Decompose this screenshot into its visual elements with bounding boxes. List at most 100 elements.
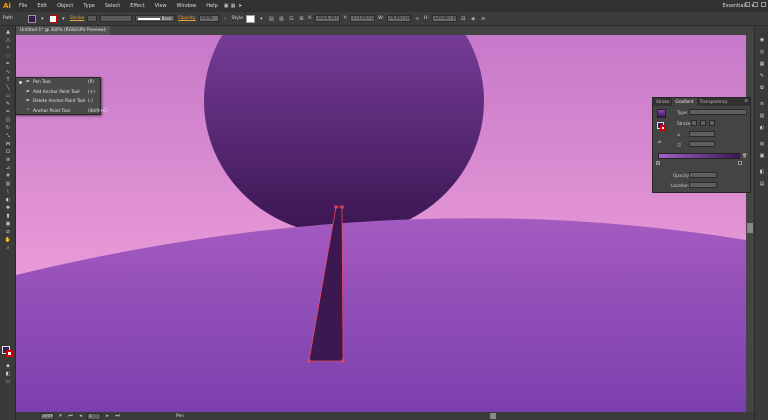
reference-point-icon[interactable]: ⊞ [298, 15, 305, 22]
stroke-color-icon[interactable] [6, 350, 13, 357]
opacity-field[interactable]: 100% [198, 15, 219, 22]
angle-field[interactable] [689, 131, 715, 137]
artboard-canvas[interactable] [16, 35, 746, 412]
stroke-gradient-along[interactable] [700, 120, 706, 126]
anchor-point[interactable] [334, 205, 338, 209]
h-field[interactable]: 329,667 px [431, 15, 457, 22]
menu-select[interactable]: Select [100, 0, 125, 12]
menu-effect[interactable]: Effect [125, 0, 149, 12]
screen-mode-icon[interactable]: ▭ [3, 378, 13, 385]
gradient-thumbnail[interactable] [657, 109, 666, 118]
variable-width-dropdown[interactable] [100, 15, 133, 22]
perspective-grid-tool-icon[interactable]: ⊿ [3, 164, 13, 171]
type-tool-icon[interactable]: T [3, 76, 13, 83]
stroke-weight-dropdown[interactable] [87, 15, 98, 22]
rectangle-tool-icon[interactable]: ▭ [3, 92, 13, 99]
last-artboard-icon[interactable]: ⏭ [114, 413, 121, 420]
menu-view[interactable]: View [150, 0, 172, 12]
symbols-panel-icon[interactable]: ✿ [758, 84, 766, 91]
delete-stop-icon[interactable]: 🗑 [742, 153, 747, 159]
first-artboard-icon[interactable]: ⏮ [67, 413, 74, 420]
fill-swatch[interactable] [27, 14, 36, 23]
layers-panel-icon[interactable]: ◧ [758, 168, 766, 175]
stroke-label[interactable]: Stroke [70, 16, 84, 21]
previous-artboard-icon[interactable]: ◂ [77, 413, 84, 420]
anchor-point[interactable] [341, 359, 345, 363]
flyout-item-delete-anchor-point-tool[interactable]: ✒ Delete Anchor Point Tool (-) [16, 97, 102, 107]
appearance-panel-icon[interactable]: ◍ [758, 140, 766, 147]
chevron-down-icon[interactable]: ▾ [258, 15, 265, 22]
align-icon[interactable]: ▤ [268, 15, 275, 22]
color-mode-icon[interactable]: ▪ [3, 362, 13, 369]
graphic-styles-icon[interactable]: ▣ [758, 152, 766, 159]
gradient-stop-start[interactable] [656, 161, 660, 165]
vertical-scrollbar[interactable] [746, 35, 754, 412]
flyout-item-pen-tool[interactable]: ✒ Pen Tool (P) [16, 78, 102, 88]
gradient-slider[interactable] [658, 153, 740, 159]
transparency-panel-icon[interactable]: ◐ [758, 124, 766, 131]
stroke-swatch[interactable] [48, 14, 57, 23]
tab-gradient[interactable]: Gradient [672, 98, 697, 106]
shape-builder-tool-icon[interactable]: ⊕ [3, 156, 13, 163]
flyout-item-anchor-point-tool[interactable]: ⌃ Anchor Point Tool (Shift+C) [16, 107, 108, 117]
close-tab-icon[interactable]: × [103, 26, 107, 35]
paintbrush-tool-icon[interactable]: ✎ [3, 100, 13, 107]
rotate-tool-icon[interactable]: ↻ [3, 124, 13, 131]
arrange-documents-icon[interactable]: ▦ [230, 3, 237, 10]
menu-edit[interactable]: Edit [32, 0, 52, 12]
stroke-gradient-across[interactable] [709, 120, 715, 126]
minimize-icon[interactable] [745, 2, 750, 7]
y-field[interactable]: 773,667 px [350, 15, 376, 22]
gradient-panel-icon[interactable]: ▥ [758, 112, 766, 119]
reverse-gradient-icon[interactable]: ⇄ [658, 139, 662, 144]
eraser-tool-icon[interactable]: ◫ [3, 116, 13, 123]
menu-type[interactable]: Type [78, 0, 99, 12]
chevron-right-icon[interactable]: › [222, 15, 229, 22]
zoom-field[interactable]: 300% [40, 412, 54, 420]
isolate-icon[interactable]: ⊟ [460, 15, 467, 22]
location-field[interactable] [689, 182, 717, 188]
menu-help[interactable]: Help [201, 0, 222, 12]
flyout-item-add-anchor-point-tool[interactable]: ✒ Add Anchor Point Tool (+) [16, 88, 102, 98]
chevron-down-icon[interactable]: ▾ [57, 413, 64, 420]
symbol-sprayer-tool-icon[interactable]: ✺ [3, 204, 13, 211]
aspect-ratio-field[interactable] [689, 141, 715, 147]
pencil-tool-icon[interactable]: ✏ [3, 108, 13, 115]
opacity-field[interactable] [689, 172, 717, 178]
document-tab[interactable]: Untitled-1* @ 300% (RGB/GPU Preview) × [16, 26, 110, 35]
magic-wand-tool-icon[interactable]: ✧ [3, 44, 13, 51]
brush-definition-dropdown[interactable]: Basic [135, 15, 176, 22]
scale-tool-icon[interactable]: ⤡ [3, 132, 13, 139]
hand-tool-icon[interactable]: ✋ [3, 236, 13, 243]
menu-object[interactable]: Object [52, 0, 78, 12]
distribute-icon[interactable]: ▥ [278, 15, 285, 22]
tab-stroke[interactable]: Stroke [653, 98, 672, 106]
slice-tool-icon[interactable]: ⧄ [3, 228, 13, 235]
stroke-panel-icon[interactable]: ≡ [758, 100, 766, 107]
tree-canopy-circle[interactable] [204, 35, 484, 235]
chevron-down-icon[interactable]: ▾ [39, 15, 46, 22]
close-icon[interactable] [761, 2, 766, 7]
color-guide-icon[interactable]: ◎ [758, 48, 766, 55]
anchor-point[interactable] [340, 205, 344, 209]
width-tool-icon[interactable]: ⋈ [3, 140, 13, 147]
horizontal-scroll-thumb[interactable] [490, 413, 496, 419]
gradient-stop-end[interactable] [738, 161, 742, 165]
drawing-mode-icon[interactable]: ◧ [3, 370, 13, 377]
color-panel-icon[interactable]: ◉ [758, 36, 766, 43]
send-icon[interactable]: ➤ [237, 3, 244, 10]
mesh-tool-icon[interactable]: # [3, 172, 13, 179]
anchor-point[interactable] [307, 359, 311, 363]
stroke-gradient-within[interactable] [691, 120, 697, 126]
gradient-tool-icon[interactable]: ▥ [3, 180, 13, 187]
x-field[interactable]: 1024,167 px [315, 15, 341, 22]
artboards-panel-icon[interactable]: ▤ [758, 180, 766, 187]
zoom-tool-icon[interactable]: ⌕ [3, 244, 13, 251]
menu-file[interactable]: File [14, 0, 32, 12]
link-icon[interactable]: ∞ [414, 15, 421, 22]
pen-tool-icon[interactable]: ✒ [3, 60, 13, 67]
eyedropper-tool-icon[interactable]: ⌇ [3, 188, 13, 195]
w-field[interactable]: 29,667 px [386, 15, 411, 22]
hill-shape[interactable] [16, 218, 746, 412]
curvature-tool-icon[interactable]: ∿ [3, 68, 13, 75]
